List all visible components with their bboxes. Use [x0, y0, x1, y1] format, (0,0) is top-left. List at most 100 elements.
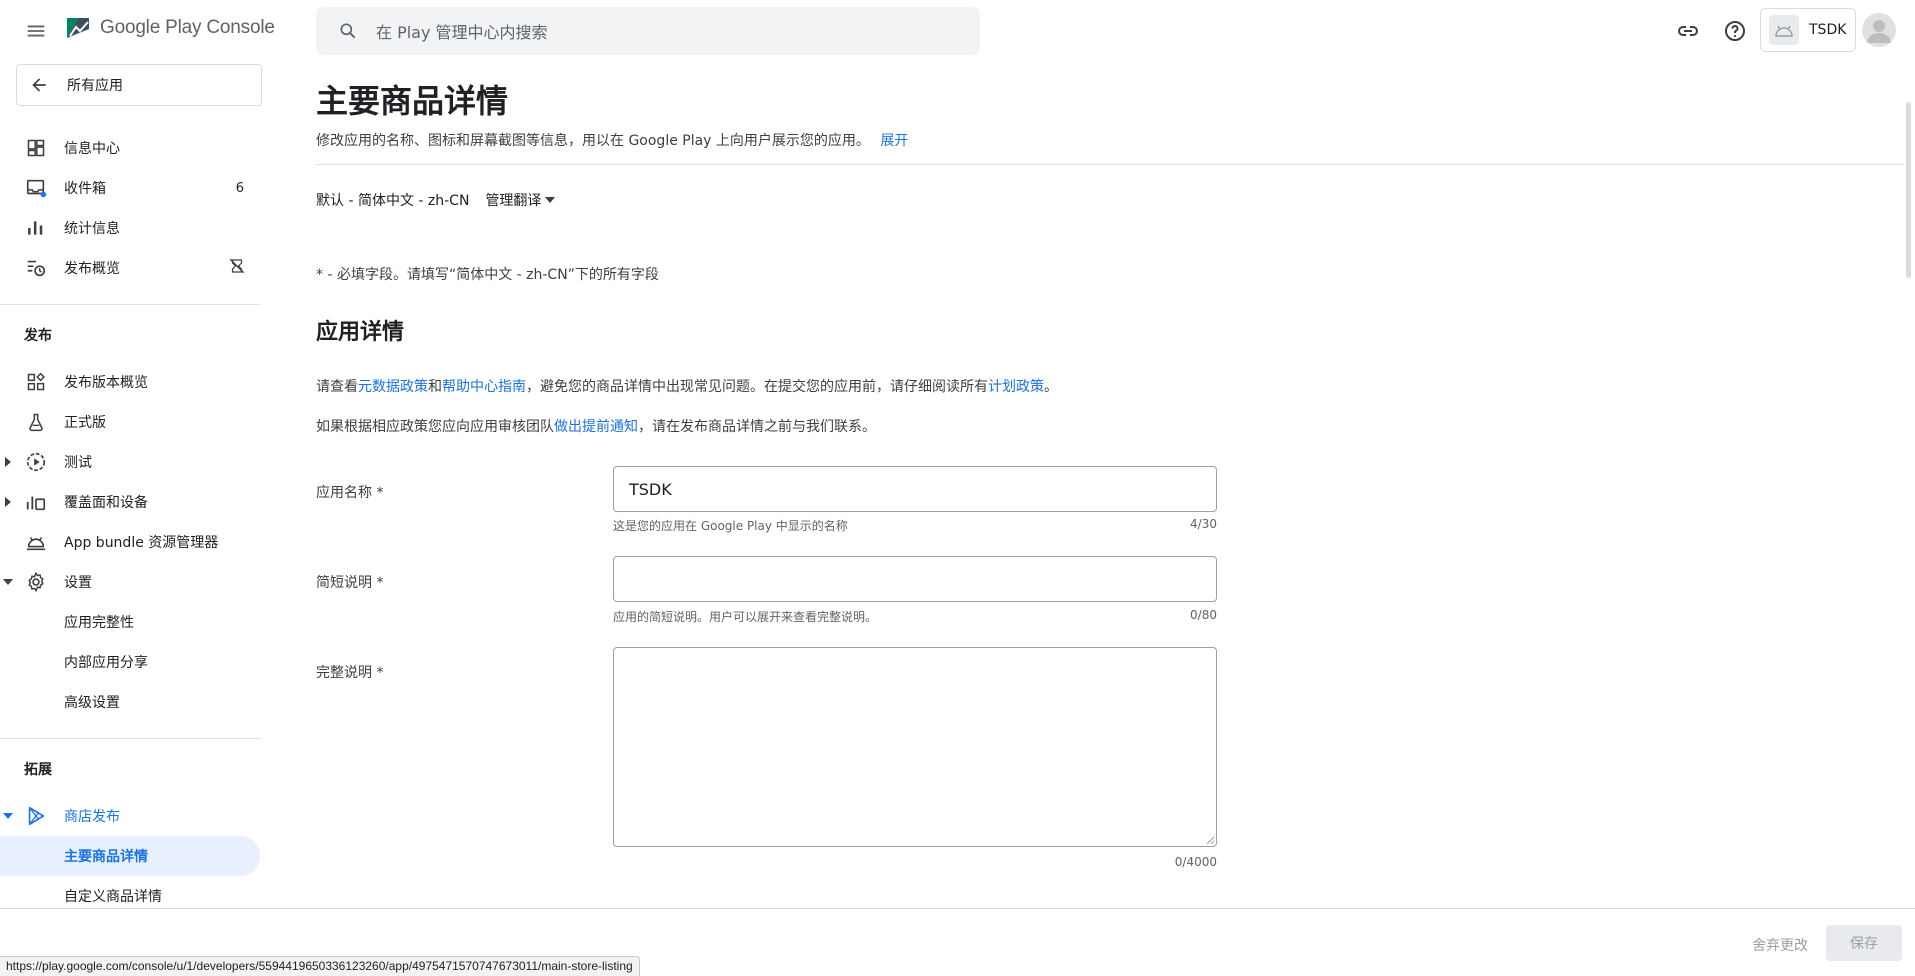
production-flask-icon: [24, 410, 48, 434]
language-row: 默认 - 简体中文 - zh-CN 管理翻译: [316, 190, 556, 210]
caret-down-icon[interactable]: [2, 576, 14, 588]
logo-text: Google Play Console: [100, 17, 275, 39]
sidebar-item-label: 发布版本概览: [64, 375, 148, 391]
sidebar-section-grow: 拓展: [24, 762, 52, 778]
full-description-textarea[interactable]: [613, 647, 1217, 847]
sidebar-item-internal-app-sharing[interactable]: 内部应用分享: [0, 642, 262, 682]
arrow-back-icon: [27, 73, 51, 97]
sidebar-item-label: 设置: [64, 575, 92, 591]
logo-brand: Google Play: [100, 17, 202, 38]
caret-right-icon[interactable]: [2, 496, 14, 508]
dashboard-icon: [24, 136, 48, 160]
app-name-counter: 4/30: [1190, 517, 1217, 531]
sidebar-item-releases-overview[interactable]: 发布版本概览: [0, 362, 262, 402]
sidebar-item-reach-and-devices[interactable]: 覆盖面和设备: [0, 482, 262, 522]
gear-icon: [24, 570, 48, 594]
sidebar-item-label: 商店发布: [64, 809, 120, 825]
policy-text: 和: [428, 379, 442, 395]
policy-text: 如果根据相应政策您应向应用审核团队: [316, 419, 554, 435]
search-input[interactable]: 在 Play 管理中心内搜索: [316, 7, 980, 55]
policy-text: ，请在发布商品详情之前与我们联系。: [638, 419, 876, 435]
policy-notice: 请查看元数据政策和帮助中心指南，避免您的商品详情中出现常见问题。在提交您的应用前…: [316, 376, 1058, 396]
short-description-input[interactable]: [613, 556, 1217, 602]
sidebar-item-statistics[interactable]: 统计信息: [0, 208, 262, 248]
managed-publishing-off-icon: [228, 257, 246, 279]
sidebar-item-label: 覆盖面和设备: [64, 495, 148, 511]
caret-right-icon[interactable]: [2, 456, 14, 468]
sidebar-item-label: 内部应用分享: [64, 655, 148, 671]
sidebar-item-advanced-settings[interactable]: 高级设置: [0, 682, 262, 722]
policy-text: 。: [1044, 379, 1058, 395]
inbox-icon: [24, 176, 48, 200]
app-details-heading: 应用详情: [316, 320, 405, 345]
manage-translations-label: 管理翻译: [485, 193, 542, 209]
app-name-hint: 这是您的应用在 Google Play 中显示的名称: [613, 519, 848, 533]
program-policies-link[interactable]: 计划政策: [988, 379, 1044, 395]
current-app-name: TSDK: [1809, 22, 1847, 38]
full-description-label: 完整说明 *: [316, 665, 384, 681]
sidebar-divider: [0, 738, 260, 739]
google-play-console-logo[interactable]: Google Play Console: [64, 14, 275, 42]
page-description-text: 修改应用的名称、图标和屏幕截图等信息，用以在 Google Play 上向用户展…: [316, 133, 870, 149]
save-button[interactable]: 保存: [1826, 925, 1902, 961]
play-console-logo-icon: [67, 18, 89, 38]
status-bar-url: https://play.google.com/console/u/1/deve…: [0, 956, 640, 976]
sidebar-divider: [0, 304, 260, 305]
releases-overview-icon: [24, 370, 48, 394]
policy-text: ，避免您的商品详情中出现常见问题。在提交您的应用前，请仔细阅读所有: [526, 379, 988, 395]
android-icon: [1769, 15, 1799, 45]
sidebar-item-label: 高级设置: [64, 695, 120, 711]
help-center-link[interactable]: 帮助中心指南: [442, 379, 526, 395]
required-fields-note: * - 必填字段。请填写“简体中文 - zh-CN”下的所有字段: [316, 267, 659, 283]
advance-notice-link[interactable]: 做出提前通知: [554, 419, 638, 435]
testing-icon: [24, 450, 48, 474]
manage-translations-button[interactable]: 管理翻译: [485, 190, 556, 210]
page-description: 修改应用的名称、图标和屏幕截图等信息，用以在 Google Play 上向用户展…: [316, 130, 908, 150]
sidebar-item-main-store-listing[interactable]: 主要商品详情: [0, 836, 260, 876]
discard-changes-button[interactable]: 舍弃更改: [1752, 935, 1808, 955]
sidebar-item-testing[interactable]: 测试: [0, 442, 262, 482]
sidebar-item-label: 正式版: [64, 415, 106, 431]
reach-devices-icon: [24, 490, 48, 514]
bar-chart-icon: [24, 216, 48, 240]
sidebar-item-label: 主要商品详情: [64, 849, 148, 865]
sidebar-item-inbox[interactable]: 收件箱 6: [0, 168, 262, 208]
short-description-counter: 0/80: [1190, 608, 1217, 622]
all-apps-label: 所有应用: [67, 78, 123, 94]
app-switcher-chip[interactable]: TSDK: [1760, 8, 1856, 52]
sidebar-item-production[interactable]: 正式版: [0, 402, 262, 442]
account-avatar[interactable]: [1862, 13, 1896, 47]
sidebar-item-label: App bundle 资源管理器: [64, 535, 219, 551]
sidebar-item-label: 应用完整性: [64, 615, 134, 631]
expand-link[interactable]: 展开: [880, 133, 908, 149]
sidebar-item-dashboard[interactable]: 信息中心: [0, 128, 262, 168]
app-name-value: TSDK: [629, 479, 672, 499]
sidebar-item-app-bundle-explorer[interactable]: App bundle 资源管理器: [0, 522, 262, 562]
page-scrollbar[interactable]: [1906, 102, 1911, 278]
play-store-icon: [24, 804, 48, 828]
sidebar-item-label: 信息中心: [64, 141, 120, 157]
metadata-policy-link[interactable]: 元数据政策: [358, 379, 428, 395]
sidebar-section-release: 发布: [24, 328, 52, 344]
sidebar-item-setup[interactable]: 设置: [0, 562, 262, 602]
advance-notice-text: 如果根据相应政策您应向应用审核团队做出提前通知，请在发布商品详情之前与我们联系。: [316, 416, 876, 436]
help-icon[interactable]: [1719, 15, 1751, 47]
short-description-label: 简短说明 *: [316, 575, 384, 591]
sidebar-item-publishing-overview[interactable]: 发布概览: [0, 248, 262, 288]
default-language: 默认 - 简体中文 - zh-CN: [316, 193, 470, 209]
full-description-counter: 0/4000: [1174, 855, 1217, 869]
sidebar-item-store-presence[interactable]: 商店发布: [0, 796, 262, 836]
resize-handle-icon[interactable]: [1206, 836, 1214, 844]
sidebar-nav: 所有应用 信息中心 收件箱 6 统计信息 发布概览 发布 发布版本概览 正式版 …: [0, 62, 262, 908]
sidebar-item-app-integrity[interactable]: 应用完整性: [0, 602, 262, 642]
app-name-input[interactable]: TSDK: [613, 466, 1217, 512]
header-divider: [316, 164, 1904, 165]
inbox-count-badge: 6: [235, 180, 244, 196]
menu-icon[interactable]: [12, 9, 60, 53]
dropdown-arrow-icon: [545, 197, 556, 203]
all-apps-button[interactable]: 所有应用: [16, 64, 262, 106]
caret-down-icon[interactable]: [2, 810, 14, 822]
sidebar-item-label: 收件箱: [64, 181, 106, 197]
page-title: 主要商品详情: [316, 82, 509, 120]
link-icon[interactable]: [1672, 15, 1704, 47]
